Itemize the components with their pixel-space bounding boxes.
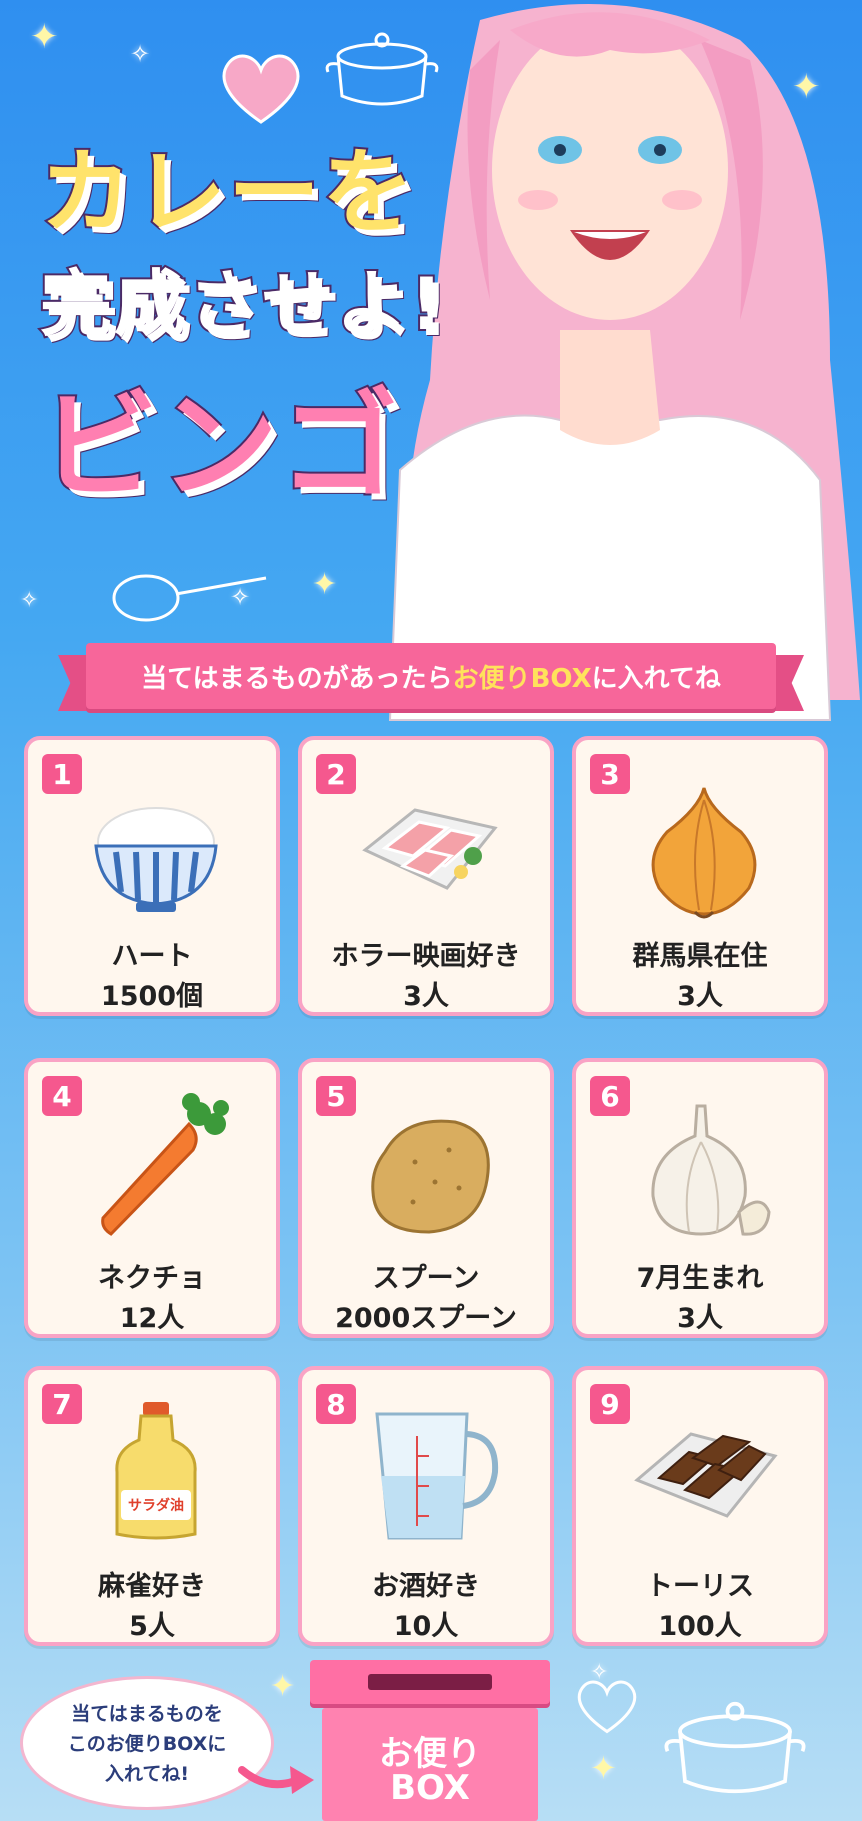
cell-label: 7月生まれ [636, 1263, 764, 1294]
cell-label: スプーン [372, 1263, 480, 1294]
cell-label: トーリス [646, 1571, 754, 1602]
cell-count: 12人 [119, 1303, 185, 1334]
bingo-cell-9[interactable]: 9 トーリス 100人 [572, 1366, 828, 1646]
cell-count: 1500個 [100, 981, 204, 1012]
bingo-cell-4[interactable]: 4 ネクチョ 12人 [24, 1058, 280, 1338]
cell-number: 3 [590, 754, 630, 794]
cell-count: 100人 [658, 1611, 742, 1642]
onion-icon [651, 787, 757, 919]
oil-bottle-icon: サラダ油 [115, 1402, 197, 1540]
arrow-right-icon [238, 1766, 314, 1794]
instruction-banner: 当てはまるものがあったら お便りBOX に入れてね [58, 643, 804, 715]
banner-text: 当てはまるものがあったら お便りBOX に入れてね [86, 643, 776, 709]
bingo-cell-8[interactable]: 8 お酒好き 10人 [298, 1366, 554, 1646]
speech-bubble: 当てはまるものを このお便りBOXに 入れてね! [20, 1676, 274, 1810]
sparkle-icon: ✦ [30, 17, 59, 57]
heart-icon [577, 1680, 637, 1734]
bingo-cell-1[interactable]: 1 ハート 1500個 [24, 736, 280, 1016]
banner-suffix: に入れてね [591, 663, 721, 694]
cell-number: 8 [316, 1384, 356, 1424]
curry-roux-icon [634, 1432, 778, 1518]
sparkle-icon: ✧ [20, 588, 39, 613]
cell-count: 3人 [677, 981, 723, 1012]
bingo-cell-3[interactable]: 3 群馬県在住 3人 [572, 736, 828, 1016]
banner-highlight: お便りBOX [452, 663, 592, 694]
bingo-cell-6[interactable]: 6 7月生まれ 3人 [572, 1058, 828, 1338]
title-line-1: カレーを [38, 137, 417, 248]
bubble-line-3: 入れてね! [104, 1763, 190, 1785]
cell-label: ホラー映画好き [331, 941, 521, 972]
cell-label: ネクチョ [98, 1263, 206, 1294]
bingo-cell-5[interactable]: 5 スプーン 2000スプーン [298, 1058, 554, 1338]
rice-bowl-icon [94, 807, 218, 912]
letter-box[interactable]: お便り BOX [310, 1660, 550, 1821]
cell-label: ハート [111, 941, 193, 972]
heart-icon [222, 54, 300, 124]
cell-number: 6 [590, 1076, 630, 1116]
cell-count: 10人 [393, 1611, 459, 1642]
cell-count: 2000スプーン [335, 1303, 517, 1334]
pot-icon [664, 1701, 806, 1794]
sparkle-icon: ✧ [130, 40, 151, 68]
cell-number: 7 [42, 1384, 82, 1424]
sparkle-icon: ✦ [590, 1749, 617, 1787]
sparkle-icon: ✦ [312, 567, 338, 602]
spoon-icon [112, 574, 267, 622]
oil-label-text: サラダ油 [128, 1497, 184, 1514]
garlic-icon [651, 1104, 771, 1236]
bubble-line-1: 当てはまるものを [71, 1703, 223, 1725]
letter-box-label-2: BOX [390, 1768, 470, 1808]
bingo-cell-2[interactable]: 2 ホラー映画好き 3人 [298, 736, 554, 1016]
cell-number: 1 [42, 754, 82, 794]
bubble-line-2: このお便りBOXに [67, 1733, 227, 1755]
cell-label: 麻雀好き [98, 1571, 206, 1602]
title-line-3: ビンゴ [38, 375, 401, 517]
cell-count: 3人 [403, 981, 449, 1012]
cell-number: 5 [316, 1076, 356, 1116]
cell-count: 3人 [677, 1303, 723, 1334]
cell-number: 4 [42, 1076, 82, 1116]
sparkle-icon: ✦ [270, 1669, 296, 1704]
potato-icon [371, 1119, 490, 1234]
banner-prefix: 当てはまるものがあったら [141, 663, 453, 694]
cell-count: 5人 [129, 1611, 175, 1642]
cell-label: お酒好き [372, 1571, 480, 1602]
meat-tray-icon [362, 808, 498, 890]
bingo-cell-7[interactable]: 7 サラダ油 麻雀好き 5人 [24, 1366, 280, 1646]
measuring-cup-icon [375, 1412, 499, 1540]
carrot-icon [101, 1093, 229, 1236]
letter-box-slot[interactable] [368, 1674, 492, 1690]
cell-label: 群馬県在住 [632, 941, 768, 972]
title-line-2: 完成させよ! [38, 260, 445, 348]
